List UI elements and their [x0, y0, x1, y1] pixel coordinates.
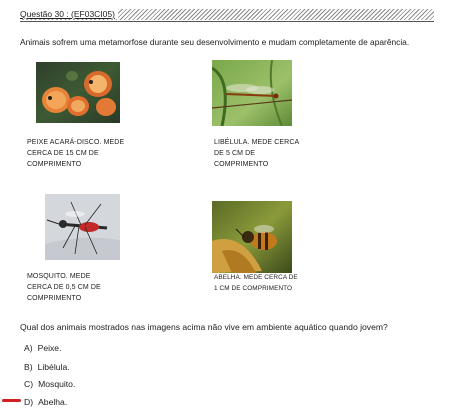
bee-image: [212, 201, 292, 273]
option-letter: C): [24, 379, 34, 389]
question-text: Qual dos animais mostrados nas imagens a…: [20, 322, 388, 332]
option-text: Abelha.: [38, 397, 68, 407]
option-letter: D): [24, 397, 34, 407]
dragonfly-caption: LIBÉLULA. MEDE CERCA DE 5 CM DE COMPRIME…: [214, 139, 299, 168]
option-d[interactable]: D) Abelha.: [24, 397, 67, 407]
option-letter: B): [24, 362, 33, 372]
option-text: Peixe.: [37, 343, 62, 353]
option-text: Libélula.: [37, 362, 70, 372]
bee-caption: ABELHA. MEDE CERCA DE 1 CM DE COMPRIMENT…: [214, 274, 298, 292]
discus-fish-caption: PEIXE ACARÁ-DISCO. MEDE CERCA DE 15 CM D…: [27, 139, 125, 168]
question-number: Questão 30 : (EF03CI05): [20, 9, 118, 19]
mosquito-caption: MOSQUITO. MEDE CERCA DE 0,5 CM DE COMPRI…: [27, 273, 101, 302]
intro-text: Animais sofrem uma metamorfose durante s…: [20, 37, 410, 47]
mosquito-image: [45, 194, 120, 260]
option-text: Mosquito.: [38, 379, 76, 389]
dragonfly-image: [212, 60, 292, 126]
discus-fish-image: [36, 62, 120, 123]
header-divider: [20, 21, 434, 22]
option-c[interactable]: C) Mosquito.: [24, 379, 75, 389]
selected-answer-marker: [2, 399, 21, 402]
option-a[interactable]: A) Peixe.: [24, 343, 61, 353]
option-letter: A): [24, 343, 33, 353]
option-b[interactable]: B) Libélula.: [24, 362, 70, 372]
